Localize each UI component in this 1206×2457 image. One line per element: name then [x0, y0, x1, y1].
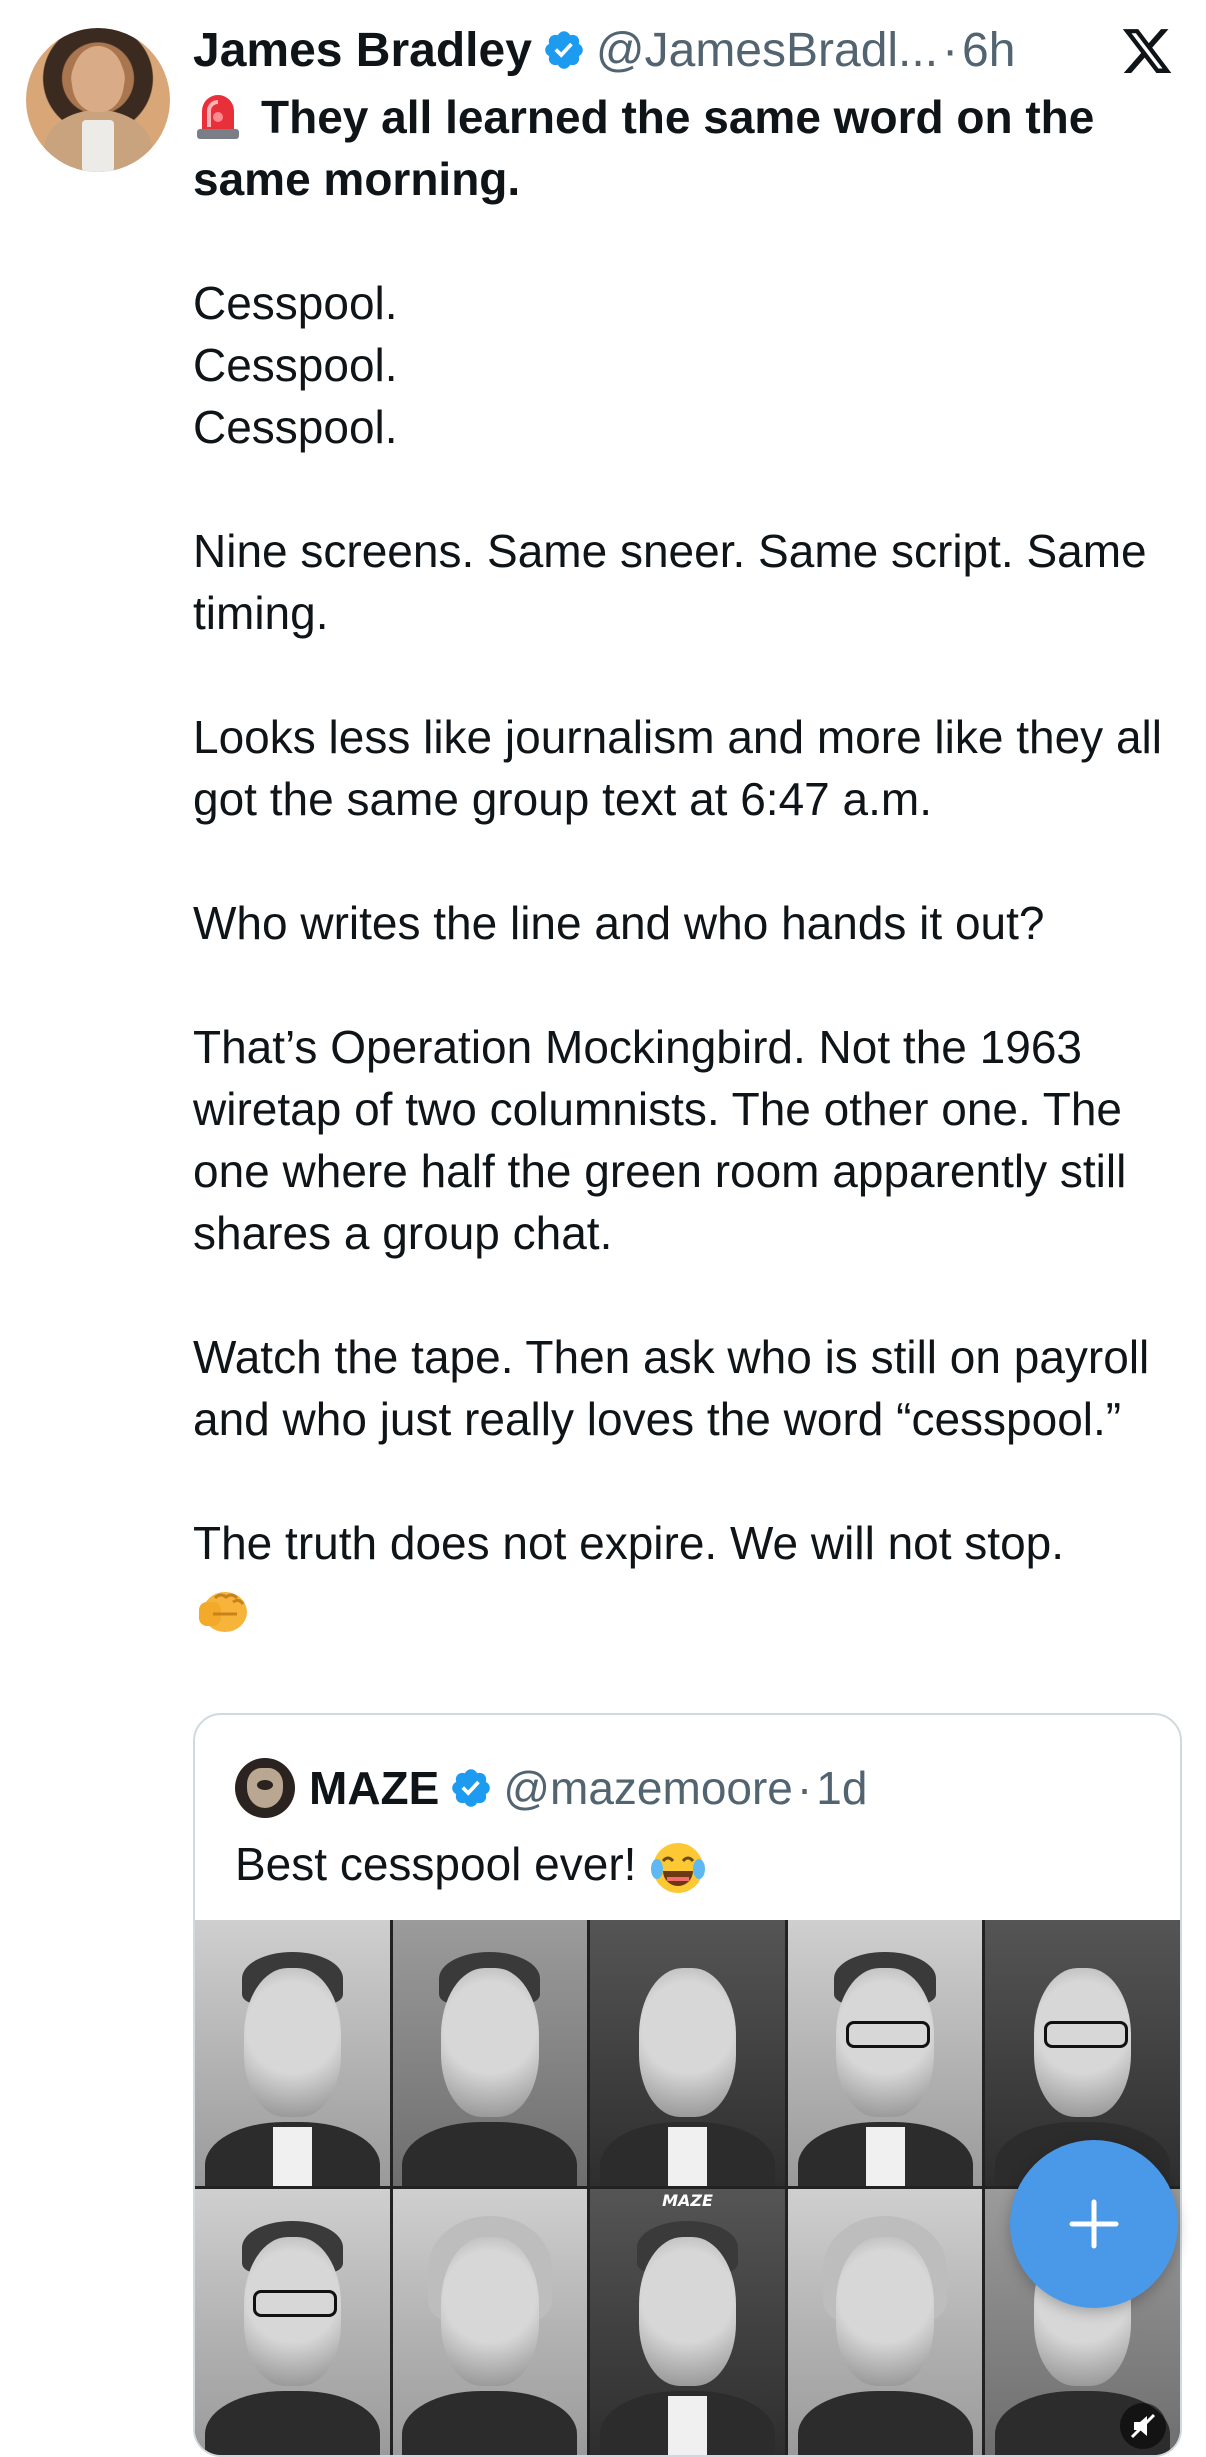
- quoted-author-handle[interactable]: @mazemoore: [503, 1761, 793, 1815]
- author-name[interactable]: James Bradley: [193, 23, 532, 78]
- quoted-verified-badge-icon: [452, 1769, 491, 1807]
- mute-icon[interactable]: [1120, 2403, 1166, 2449]
- avatar-head: [72, 46, 124, 112]
- post-paragraph-1: Nine screens. Same sneer. Same script. S…: [193, 525, 1147, 639]
- video-tile-8: MAZE: [590, 2189, 785, 2455]
- verified-badge-icon: [545, 31, 583, 69]
- avatar-shirt: [82, 120, 114, 172]
- post-line-2: Cesspool.: [193, 339, 398, 391]
- post-paragraph-4: That’s Operation Mockingbird. Not the 19…: [193, 1021, 1127, 1259]
- quoted-post-timestamp[interactable]: 1d: [816, 1761, 867, 1815]
- post-timestamp[interactable]: 6h: [962, 23, 1015, 78]
- video-tile-7: [392, 2189, 588, 2455]
- post-paragraph-5: Watch the tape. Then ask who is still on…: [193, 1331, 1150, 1445]
- post-line-1: Cesspool.: [193, 277, 398, 329]
- x-logo-icon[interactable]: [1120, 24, 1174, 78]
- video-tile-1: [195, 1920, 390, 2186]
- laughing-tears-emoji-icon: [651, 1842, 706, 1893]
- video-tile-6: [195, 2189, 390, 2455]
- quoted-post-header: MAZE @mazemoore · 1d: [235, 1757, 867, 1819]
- quoted-post-text: Best cesspool ever!: [235, 1838, 637, 1890]
- video-tile-9: [787, 2189, 983, 2455]
- fist-bump-emoji-icon: [199, 1591, 247, 1632]
- quoted-header-separator: ·: [796, 1762, 813, 1814]
- headline-text: They all learned the same word on the sa…: [193, 91, 1095, 205]
- video-tile-4: [787, 1920, 983, 2186]
- video-tile-3: [590, 1920, 785, 2186]
- maze-watermark: MAZE: [662, 2191, 713, 2210]
- post-header: James Bradley @JamesBradl... · 6h: [193, 18, 1015, 82]
- post-line-3: Cesspool.: [193, 401, 398, 453]
- compose-button[interactable]: [1010, 2140, 1178, 2308]
- post-headline: They all learned the same word on the sa…: [193, 86, 1183, 210]
- video-tile-2: [392, 1920, 588, 2186]
- header-separator: ·: [942, 23, 959, 77]
- author-handle[interactable]: @JamesBradl...: [596, 23, 938, 78]
- post-paragraph-6: The truth does not expire. We will not s…: [193, 1517, 1065, 1569]
- quoted-post-card[interactable]: MAZE @mazemoore · 1d Best cesspool ever!: [193, 1713, 1182, 2457]
- post-body: They all learned the same word on the sa…: [193, 86, 1183, 1638]
- quoted-post-text-row: Best cesspool ever!: [235, 1833, 707, 1897]
- closing-emoji-row: [193, 1574, 1183, 1638]
- author-avatar[interactable]: [26, 28, 170, 172]
- post-paragraph-3: Who writes the line and who hands it out…: [193, 897, 1045, 949]
- quoted-author-name[interactable]: MAZE: [309, 1761, 439, 1815]
- post-paragraph-2: Looks less like journalism and more like…: [193, 711, 1162, 825]
- quoted-author-avatar[interactable]: [235, 1758, 295, 1818]
- siren-emoji-icon: [197, 95, 239, 139]
- plus-icon: [1069, 2199, 1119, 2249]
